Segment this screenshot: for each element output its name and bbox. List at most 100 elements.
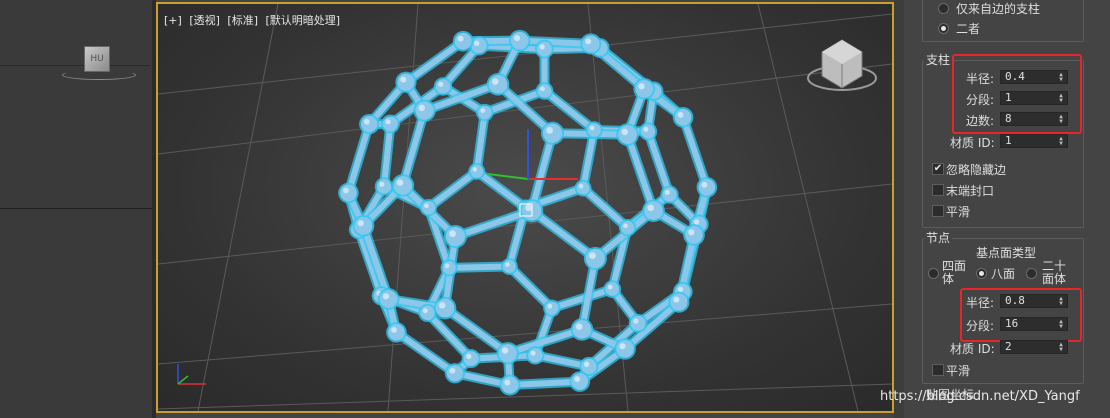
radio-tetra-label-line2: 体 [942,272,955,286]
strut-segments-value[interactable]: 1 [1005,91,1012,104]
strut [473,109,488,175]
ignore-hidden-checkbox[interactable]: ✔ [932,163,944,175]
joint-node [644,201,663,221]
strut-material-value[interactable]: 1 [1005,134,1012,147]
radio-icosa[interactable] [1026,268,1037,279]
joint-node [446,365,464,382]
spinner-arrows-icon[interactable]: ▲ ▼ [1057,72,1065,83]
joint-highlight [396,179,404,186]
end-caps-checkbox[interactable] [932,184,944,196]
perspective-viewport[interactable]: [+] [透视] [标准] [默认明暗处理] [156,2,894,413]
viewport-grid-line [0,65,150,66]
joint-node [670,293,688,311]
spinner-arrows-icon[interactable]: ▲ ▼ [1057,319,1065,330]
radio-tetra[interactable] [928,268,939,279]
joint-node [478,105,492,120]
joint-highlight [343,187,349,194]
joint-highlight [623,223,628,229]
strut-material-label: 材质 ID: [950,136,995,150]
spinner-arrows-icon[interactable]: ▲ ▼ [1057,296,1065,307]
joint-node [662,187,677,202]
joint-highlight [457,35,464,42]
radio-both-label: 二者 [956,22,981,36]
strut-smooth-label: 平滑 [946,205,971,219]
joint-highlight [633,318,639,324]
joint-highlight [574,376,581,382]
joint-node [397,73,415,91]
spinner-arrows-icon[interactable]: ▲ ▼ [1057,342,1065,353]
axis-tripod-y [177,375,189,385]
joint-radius-label: 半径: [966,296,995,310]
viewport-menu-plus[interactable]: [+] [164,14,182,27]
strut-sides-value[interactable]: 8 [1005,112,1012,125]
radio-edges-only[interactable] [938,3,949,14]
bottom-left-viewport[interactable] [0,209,152,418]
radio-both[interactable] [938,23,949,34]
joint-highlight [379,181,385,187]
strut [425,168,480,211]
joint-node [630,315,646,331]
joint-highlight [539,44,545,50]
joint-node [616,340,634,358]
strut-segments-spinner[interactable]: 1 ▲ ▼ [1000,91,1068,105]
scene-canvas[interactable] [158,4,892,411]
mini-viewcube-icon[interactable]: HU [84,46,110,72]
strut-smooth-checkbox[interactable] [932,205,944,217]
joint-material-spinner[interactable]: 2 ▲ ▼ [1000,340,1068,354]
joint-node [421,201,436,215]
joint-highlight [589,252,596,259]
spinner-arrows-icon[interactable]: ▲ ▼ [1057,114,1065,125]
joint-node [502,260,516,273]
joint-node [571,373,589,390]
joint-highlight [585,38,592,45]
joint-node [674,108,692,126]
joint-node [393,176,413,195]
end-caps-label: 末端封口 [946,184,995,198]
viewport-menu-standard[interactable]: [标准] [227,14,258,27]
joint-radius-spinner[interactable]: 0.8 ▲ ▼ [1000,294,1068,308]
joint-material-value[interactable]: 2 [1005,340,1012,353]
joint-node [572,320,592,339]
joint-node [471,37,487,54]
joint-highlight [619,343,626,350]
joint-node [445,226,465,247]
strut-segments-label: 分段: [966,93,995,107]
joint-node [379,290,398,308]
strut-radius-label: 半径: [966,72,995,86]
joint-node [510,31,529,50]
viewport-menu-shading[interactable]: [默认明暗处理] [266,14,341,27]
joint-node [498,344,517,363]
joint-segments-value[interactable]: 16 [1005,317,1018,330]
joint-highlight [607,284,613,290]
joint-highlight [472,167,478,172]
joint-node [488,74,508,94]
joint-radius-value[interactable]: 0.8 [1005,294,1025,307]
joint-node [376,179,392,194]
joint-smooth-label: 平滑 [946,364,971,378]
joint-node [618,125,637,145]
strut-material-spinner[interactable]: 1 ▲ ▼ [1000,134,1068,148]
joint-smooth-checkbox[interactable] [932,364,944,376]
spinner-arrows-icon[interactable]: ▲ ▼ [1057,136,1065,147]
joint-highlight [677,286,684,293]
strut [399,107,428,189]
joint-highlight [382,293,390,300]
top-left-viewport[interactable]: HU [0,0,152,209]
joint-highlight [418,104,425,112]
viewport-label[interactable]: [+] [透视] [标准] [默认明暗处理] [164,12,344,28]
viewport-menu-view[interactable]: [透视] [189,14,220,27]
joint-highlight [530,350,536,356]
joint-node [354,216,373,235]
watermark-text: https://blog.csdn.net/XD_Yangf [880,389,1080,404]
strut-sides-spinner[interactable]: 8 ▲ ▼ [1000,112,1068,126]
joint-segments-spinner[interactable]: 16 ▲ ▼ [1000,317,1068,331]
strut [528,207,599,262]
joint-highlight [391,326,397,333]
joint-highlight [578,183,584,189]
strut-radius-spinner[interactable]: 0.4 ▲ ▼ [1000,70,1068,84]
joint-highlight [547,303,553,309]
spinner-arrows-icon[interactable]: ▲ ▼ [1057,93,1065,104]
strut-radius-value[interactable]: 0.4 [1005,70,1025,83]
radio-octa[interactable] [976,268,987,279]
joint-highlight [480,108,486,113]
